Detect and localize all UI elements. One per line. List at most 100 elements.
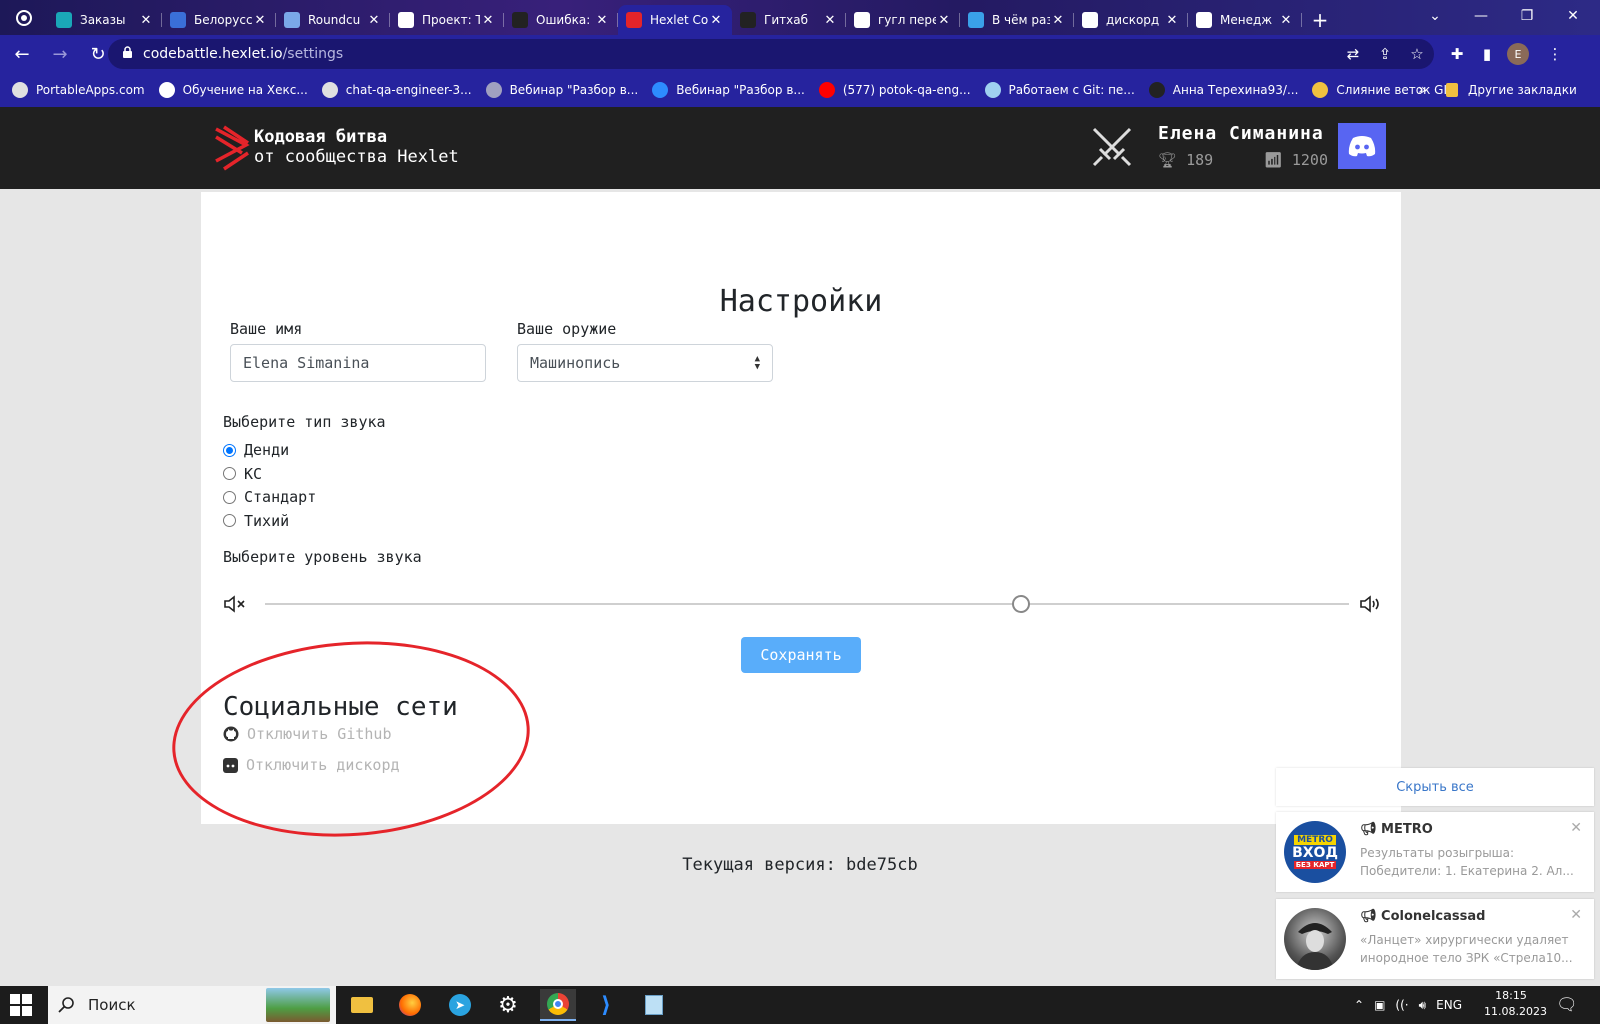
extensions-icon[interactable]: ✚ <box>1442 39 1472 69</box>
radio-button[interactable] <box>223 467 236 480</box>
close-notification-icon[interactable]: ✕ <box>1570 907 1582 923</box>
browser-tab[interactable]: дискорд ✕ <box>1074 5 1188 35</box>
tray-expand-icon[interactable]: ⌃ <box>1354 998 1364 1012</box>
brand-title[interactable]: Кодовая битва от сообщества Hexlet <box>254 127 459 167</box>
volume-thumb[interactable] <box>1011 595 1030 613</box>
other-bookmarks[interactable]: Другие закладки <box>1446 83 1577 97</box>
google-icon <box>1196 12 1212 28</box>
address-bar[interactable]: codebattle.hexlet.io/settings <box>108 39 1434 69</box>
bookmark-item[interactable]: PortableApps.com <box>12 82 145 98</box>
file-explorer-icon[interactable] <box>344 989 380 1021</box>
browser-tab[interactable]: В чём раз ✕ <box>960 5 1074 35</box>
radio-button[interactable] <box>223 514 236 527</box>
restore-button[interactable]: ❐ <box>1504 0 1550 32</box>
settings-gear-icon[interactable]: ⚙ <box>490 989 526 1021</box>
name-input[interactable]: Elena Simanina <box>230 344 486 382</box>
close-tab-icon[interactable]: ✕ <box>708 13 724 28</box>
radio-button[interactable] <box>223 443 236 457</box>
browser-tab[interactable]: Гитхаб ✕ <box>732 5 846 35</box>
browser-tab[interactable]: Hexlet Co ✕ <box>618 5 732 35</box>
browser-tab[interactable]: Белорусс ✕ <box>162 5 276 35</box>
crossed-swords-icon[interactable] <box>1090 125 1134 169</box>
browser-tab[interactable]: Заказы ✕ <box>48 5 162 35</box>
close-tab-icon[interactable]: ✕ <box>366 13 382 28</box>
volume-up-icon[interactable] <box>1359 595 1383 613</box>
bookmark-star-icon[interactable]: ☆ <box>1402 39 1432 69</box>
save-button[interactable]: Сохранять <box>741 637 861 673</box>
close-tab-icon[interactable]: ✕ <box>480 13 496 28</box>
close-tab-icon[interactable]: ✕ <box>594 13 610 28</box>
tab-list-icon[interactable]: ⌄ <box>1412 0 1458 32</box>
tab-label: Проект: Т <box>422 13 480 27</box>
browser-tab[interactable]: Проект: Т ✕ <box>390 5 504 35</box>
close-tab-icon[interactable]: ✕ <box>1278 13 1294 28</box>
tab-label: Ошибка: I <box>536 13 594 27</box>
bookmark-item[interactable]: Обучение на Хекс... <box>158 82 308 98</box>
browser-tab[interactable]: Менедж ✕ <box>1188 5 1302 35</box>
portableapps-icon <box>12 82 28 98</box>
hide-all-notifications-button[interactable]: Скрыть все <box>1276 768 1594 806</box>
browser-tab[interactable]: гугл пере ✕ <box>846 5 960 35</box>
notification-card[interactable]: 📢︎ Colonelcassad «Ланцет» хирургически у… <box>1276 899 1594 979</box>
volume-track[interactable] <box>265 603 1349 605</box>
sound-type-option[interactable]: Стандарт <box>223 488 316 506</box>
volume-mute-icon[interactable] <box>223 595 247 613</box>
bookmark-item[interactable]: Анна Терехина93/... <box>1148 82 1298 98</box>
more-bookmarks-icon[interactable]: » <box>1418 82 1427 98</box>
telegram-icon[interactable]: ➤ <box>442 989 478 1021</box>
minimize-button[interactable]: — <box>1458 0 1504 32</box>
radio-button[interactable] <box>223 490 236 504</box>
bookmark-item[interactable]: chat-qa-engineer-3... <box>321 82 472 98</box>
menu-icon[interactable]: ⋮ <box>1540 39 1570 69</box>
close-tab-icon[interactable]: ✕ <box>1050 13 1066 28</box>
sound-type-option[interactable]: Тихий <box>223 512 289 530</box>
firefox-icon[interactable] <box>392 989 428 1021</box>
language-indicator[interactable]: ENG <box>1436 998 1462 1012</box>
close-tab-icon[interactable]: ✕ <box>1164 13 1180 28</box>
notepad-icon[interactable] <box>636 989 672 1021</box>
weapon-select[interactable]: Машинопись ▲ ▼ <box>517 344 773 382</box>
bookmark-item[interactable]: Слияние веток GIT <box>1312 82 1454 98</box>
taskbar-search[interactable]: Поиск <box>48 986 336 1024</box>
close-tab-icon[interactable]: ✕ <box>936 13 952 28</box>
chrome-icon[interactable] <box>540 989 576 1021</box>
discord-button[interactable] <box>1338 123 1386 169</box>
sound-type-label: КС <box>244 464 263 483</box>
bookmark-item[interactable]: (577) potok-qa-eng... <box>818 82 971 98</box>
notification-card[interactable]: METRO ВХОД БЕЗ КАРТ 📢︎ METRO Результаты … <box>1276 812 1594 892</box>
windows-start-icon[interactable] <box>10 994 32 1016</box>
share-icon[interactable]: ⇪ <box>1370 39 1400 69</box>
close-tab-icon[interactable]: ✕ <box>252 13 268 28</box>
close-tab-icon[interactable]: ✕ <box>822 13 838 28</box>
user-name[interactable]: Елена Симанина <box>1158 123 1324 144</box>
sound-type-option[interactable]: Денди <box>223 441 289 459</box>
hexlet-logo-icon[interactable] <box>212 125 252 171</box>
close-tab-icon[interactable]: ✕ <box>138 13 154 28</box>
tray-app-icon[interactable]: ▣ <box>1374 998 1385 1012</box>
bookmark-item[interactable]: Вебинар "Разбор в... <box>485 82 638 98</box>
wifi-icon[interactable]: ((· <box>1395 998 1408 1012</box>
close-window-button[interactable]: ✕ <box>1550 0 1596 32</box>
browser-tab[interactable]: Roundcu ✕ <box>276 5 390 35</box>
x-logo-icon <box>158 82 175 98</box>
new-tab-button[interactable]: + <box>1302 5 1338 35</box>
blue-chart-icon <box>170 12 186 28</box>
speaker-icon[interactable]: 🔊︎ <box>1419 998 1427 1013</box>
volume-slider[interactable] <box>223 592 1383 616</box>
sidepanel-icon[interactable]: ▮ <box>1472 39 1502 69</box>
forward-button[interactable]: → <box>44 38 76 70</box>
bookmark-item[interactable]: Работаем с Git: пе... <box>984 82 1135 98</box>
bookmark-item[interactable]: Вебинар "Разбор в... <box>652 82 805 98</box>
notification-sender: Colonelcassad <box>1381 909 1486 924</box>
browser-tab[interactable]: Ошибка: I ✕ <box>504 5 618 35</box>
sound-type-option[interactable]: КС <box>223 465 262 483</box>
translate-icon[interactable]: ⇄ <box>1338 39 1368 69</box>
close-notification-icon[interactable]: ✕ <box>1570 820 1582 836</box>
tab-search-icon[interactable] <box>0 0 48 35</box>
profile-avatar[interactable]: E <box>1503 39 1533 69</box>
tab-label: Гитхаб <box>764 13 808 27</box>
back-button[interactable]: ← <box>6 38 38 70</box>
taskbar-clock[interactable]: 18:15 11.08.2023 <box>1484 988 1547 1020</box>
vscode-icon[interactable]: ⟩ <box>588 989 624 1021</box>
notifications-icon[interactable]: 🗨︎ <box>1556 995 1578 1015</box>
